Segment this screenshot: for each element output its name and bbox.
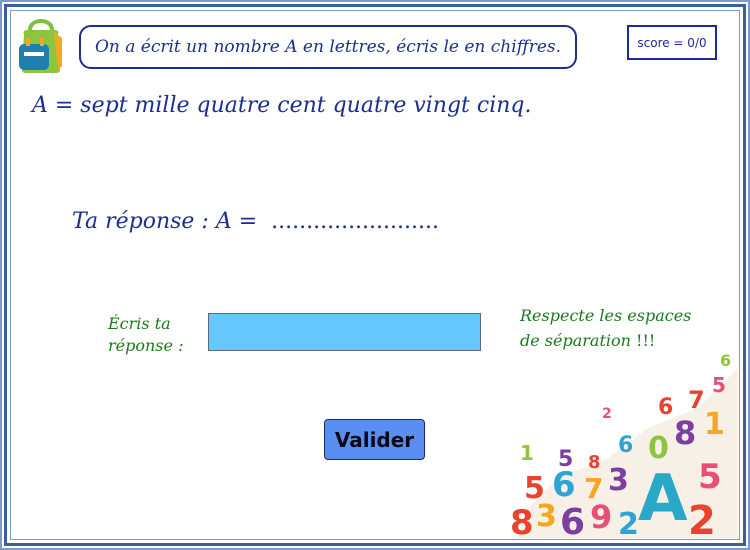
backpack-icon: [19, 19, 62, 73]
input-prompt-line2: réponse :: [108, 336, 184, 355]
answer-line: Ta réponse : A =........................: [72, 209, 439, 234]
svg-text:A: A: [638, 462, 688, 536]
svg-text:3: 3: [608, 463, 629, 498]
svg-text:8: 8: [510, 503, 534, 538]
svg-text:1: 1: [704, 407, 725, 442]
svg-text:2: 2: [602, 406, 612, 422]
instruction-box: On a écrit un nombre A en lettres, écris…: [79, 25, 577, 69]
answer-line-dots: ........................: [271, 209, 439, 234]
hint-text: Respecte les espaces de séparation !!!: [520, 303, 720, 353]
svg-text:5: 5: [712, 373, 726, 397]
score-box: score = 0/0: [627, 25, 717, 60]
hint-line1: Respecte les espaces: [520, 306, 692, 325]
number-statement: A = sept mille quatre cent quatre vingt …: [32, 93, 532, 118]
svg-text:7: 7: [584, 472, 603, 505]
answer-line-label: Ta réponse : A =: [72, 209, 258, 234]
svg-text:2: 2: [688, 498, 716, 538]
validate-button[interactable]: Valider: [324, 419, 425, 460]
input-prompt-label: Écris ta réponse :: [108, 313, 198, 357]
svg-text:6: 6: [658, 395, 673, 420]
svg-text:7: 7: [688, 386, 705, 414]
svg-text:5: 5: [698, 457, 722, 497]
svg-text:5: 5: [558, 447, 573, 472]
svg-text:5: 5: [524, 471, 545, 506]
svg-text:8: 8: [588, 452, 601, 473]
svg-text:6: 6: [720, 351, 731, 370]
svg-text:6: 6: [618, 433, 633, 458]
svg-text:1: 1: [520, 441, 534, 465]
numbers-pile-icon: 8 3 6 9 2 5 6 7 3 A 2 5 0 8 1 7 5 6 2 6 …: [510, 351, 738, 538]
input-prompt-line1: Écris ta: [108, 314, 171, 333]
svg-text:2: 2: [618, 507, 639, 538]
answer-input[interactable]: [208, 313, 481, 351]
svg-text:8: 8: [674, 414, 696, 452]
svg-text:0: 0: [648, 431, 669, 466]
svg-text:6: 6: [560, 502, 585, 538]
